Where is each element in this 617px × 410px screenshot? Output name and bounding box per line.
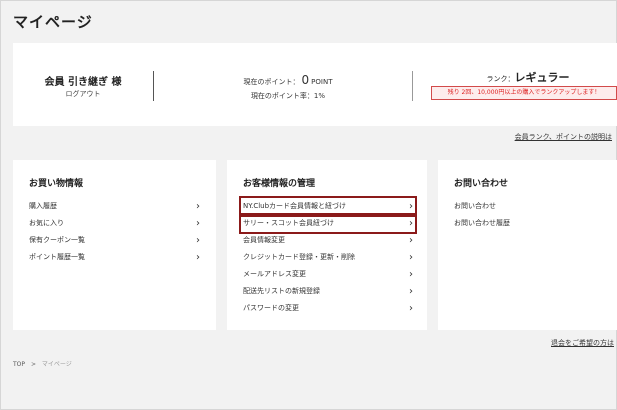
- page-title: マイページ: [13, 13, 93, 31]
- menu-item-purchase-history[interactable]: 購入履歴 ›: [29, 198, 202, 215]
- chevron-right-icon: ›: [196, 235, 200, 246]
- chevron-right-icon: ›: [409, 218, 413, 229]
- menu-item-label: パスワードの変更: [243, 304, 299, 312]
- chevron-right-icon: ›: [409, 201, 413, 212]
- account-management-card: お客様情報の管理 NY.Clubカード会員情報と紐づけ › サリー・スコット会員紐…: [227, 160, 427, 330]
- menu-item-label: お気に入り: [29, 219, 64, 227]
- menu-item-coupons[interactable]: 保有クーポン一覧 ›: [29, 232, 202, 249]
- chevron-right-icon: ›: [409, 252, 413, 263]
- points-value: 0: [301, 73, 310, 87]
- menu-item-label: 保有クーポン一覧: [29, 236, 85, 244]
- card-title: お問い合わせ: [454, 179, 509, 189]
- rank-info-link[interactable]: 会員ランク、ポイントの説明は: [515, 132, 612, 142]
- menu-item-point-history[interactable]: ポイント履歴一覧 ›: [29, 249, 202, 266]
- menu-item-label: サリー・スコット会員紐づけ: [243, 219, 334, 227]
- menu-item-favorites[interactable]: お気に入り ›: [29, 215, 202, 232]
- member-name: 会員 引き継ぎ 様: [44, 77, 122, 88]
- divider: [153, 71, 154, 101]
- chevron-right-icon: ›: [196, 218, 200, 229]
- menu-item-label: 配送先リストの新規登録: [243, 287, 320, 295]
- menu-item-sally-scott-link[interactable]: サリー・スコット会員紐づけ ›: [239, 213, 417, 234]
- breadcrumb: TOP > マイページ: [13, 359, 72, 368]
- contact-menu: お問い合わせ お問い合わせ履歴: [454, 198, 604, 232]
- rank-value: レギュラー: [514, 71, 570, 84]
- menu-item-contact[interactable]: お問い合わせ: [454, 198, 604, 215]
- points-label: 現在のポイント：: [243, 78, 300, 86]
- menu-item-label: メールアドレス変更: [243, 270, 306, 278]
- account-menu: NY.Clubカード会員情報と紐づけ › サリー・スコット会員紐づけ › 会員情報変…: [239, 196, 417, 317]
- point-rate: 現在のポイント率：1%: [250, 92, 326, 100]
- withdrawal-link[interactable]: 退会をご希望の方は: [551, 338, 614, 348]
- chevron-right-icon: ›: [409, 286, 413, 297]
- menu-item-edit-member-info[interactable]: 会員情報変更 ›: [243, 232, 415, 249]
- shopping-info-card: お買い物情報 購入履歴 › お気に入り › 保有クーポン一覧 › ポイント履歴一覧 ›: [13, 160, 216, 330]
- menu-item-label: クレジットカード登録・更新・削除: [243, 253, 355, 261]
- shopping-menu: 購入履歴 › お気に入り › 保有クーポン一覧 › ポイント履歴一覧 ›: [29, 198, 202, 266]
- menu-item-change-email[interactable]: メールアドレス変更 ›: [243, 266, 415, 283]
- menu-item-contact-history[interactable]: お問い合わせ履歴: [454, 215, 604, 232]
- chevron-right-icon: ›: [409, 303, 413, 314]
- contact-card: お問い合わせ お問い合わせ お問い合わせ履歴: [438, 160, 617, 330]
- points-display: 現在のポイント： 0 POINT: [173, 73, 403, 87]
- menu-item-nyclub-link[interactable]: NY.Clubカード会員情報と紐づけ ›: [239, 196, 417, 217]
- menu-item-shipping-list[interactable]: 配送先リストの新規登録 ›: [243, 283, 415, 300]
- chevron-right-icon: ›: [409, 269, 413, 280]
- chevron-right-icon: ›: [196, 252, 200, 263]
- menu-item-credit-card[interactable]: クレジットカード登録・更新・削除 ›: [243, 249, 415, 266]
- points-unit: POINT: [311, 78, 333, 86]
- chevron-right-icon: ›: [409, 235, 413, 246]
- menu-item-label: NY.Clubカード会員情報と紐づけ: [243, 202, 347, 210]
- menu-item-label: 会員情報変更: [243, 236, 285, 244]
- menu-item-label: お問い合わせ: [454, 202, 496, 210]
- breadcrumb-home-link[interactable]: TOP: [13, 361, 25, 368]
- logout-link[interactable]: ログアウト: [13, 89, 153, 99]
- chevron-right-icon: ›: [196, 201, 200, 212]
- rank-label: ランク：: [486, 75, 515, 83]
- card-title: お買い物情報: [29, 179, 84, 189]
- rank-display: ランク：レギュラー: [443, 69, 613, 85]
- menu-item-label: 購入履歴: [29, 202, 57, 210]
- menu-item-label: お問い合わせ履歴: [454, 219, 510, 227]
- divider: [412, 71, 413, 101]
- card-title: お客様情報の管理: [243, 179, 316, 189]
- member-summary-panel: 会員 引き継ぎ 様 ログアウト 現在のポイント： 0 POINT 現在のポイント率：…: [13, 43, 617, 126]
- breadcrumb-separator: >: [30, 361, 36, 368]
- breadcrumb-current: マイページ: [41, 361, 72, 368]
- menu-item-label: ポイント履歴一覧: [29, 253, 85, 261]
- rank-up-notice: 残り 2回、10,000円以上の購入でランクアップします！: [431, 86, 617, 100]
- menu-item-change-password[interactable]: パスワードの変更 ›: [243, 300, 415, 317]
